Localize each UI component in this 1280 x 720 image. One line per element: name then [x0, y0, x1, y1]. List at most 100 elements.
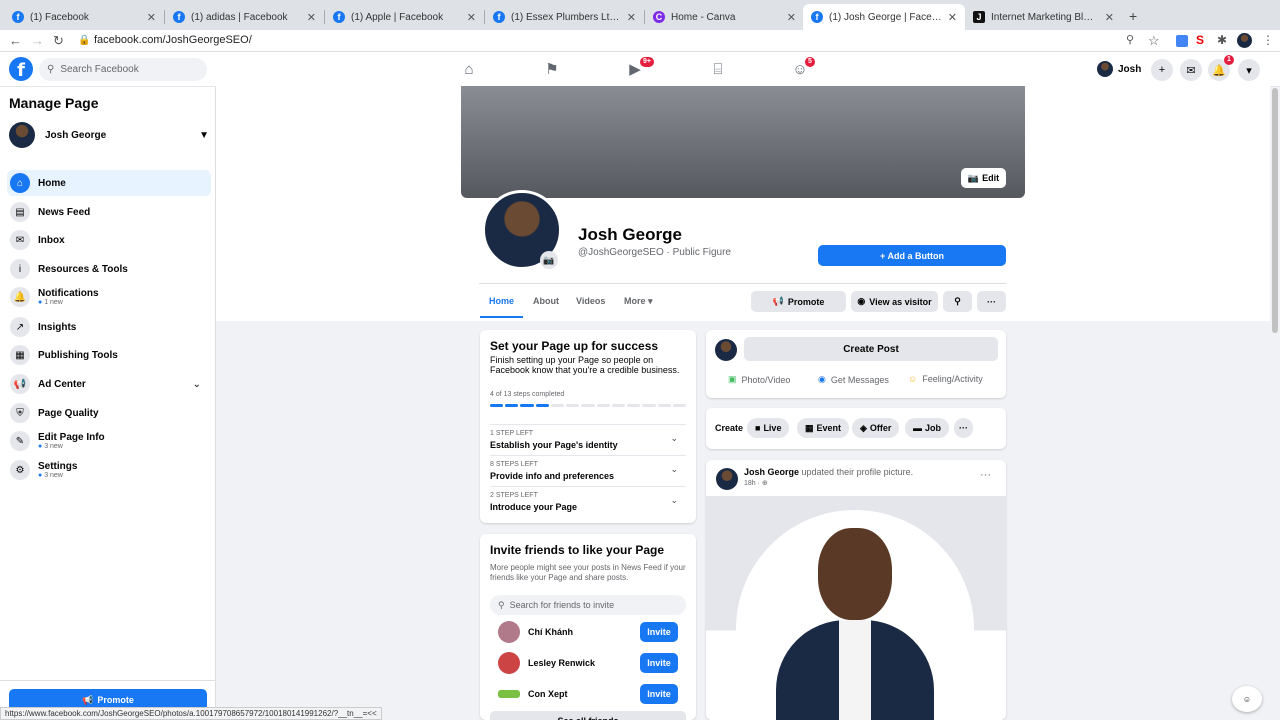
setup-step[interactable]: 1 STEP LEFT Establish your Page's identit…	[490, 424, 686, 454]
bell-icon: 🔔	[10, 287, 30, 307]
post-timestamp: 18h · ⊕	[744, 480, 768, 487]
create-live-button[interactable]: ■ Live	[747, 418, 790, 438]
browser-menu-icon[interactable]: ⋮	[1262, 33, 1274, 47]
home-nav-icon[interactable]: ⌂	[457, 59, 481, 79]
sidebar-item-ad-center[interactable]: 📢 Ad Center ⌄	[7, 371, 211, 397]
post-image[interactable]	[706, 496, 1006, 720]
tab-more[interactable]: More ▾	[624, 296, 653, 307]
create-offer-button[interactable]: ◈ Offer	[852, 418, 900, 438]
browser-tab-active[interactable]: f (1) Josh George | Facebook ✕	[803, 4, 965, 30]
search-page-button[interactable]: ⚲	[943, 291, 972, 312]
page-title: Manage Page	[9, 95, 99, 111]
feeling-activity-button[interactable]: ☺ Feeling/Activity	[908, 374, 983, 384]
new-tab-icon[interactable]: +	[1129, 8, 1137, 24]
close-tab-icon[interactable]: ✕	[467, 11, 476, 24]
close-tab-icon[interactable]: ✕	[147, 11, 156, 24]
view-as-visitor-button[interactable]: ◉ View as visitor	[851, 291, 938, 312]
sidebar-item-resources[interactable]: i Resources & Tools	[7, 256, 211, 282]
eye-icon: ◉	[857, 296, 866, 306]
sidebar-item-home[interactable]: ⌂ Home	[7, 170, 211, 196]
avatar	[715, 339, 737, 361]
reload-icon[interactable]: ↻	[53, 33, 64, 49]
invite-button[interactable]: Invite	[640, 653, 678, 673]
progress-segment	[657, 404, 671, 407]
pages-flag-icon[interactable]: ⚑	[540, 59, 564, 79]
extension-s-icon[interactable]: S	[1196, 33, 1204, 47]
invite-description: More people might see your posts in News…	[490, 563, 686, 582]
sidebar-item-page-quality[interactable]: ⛨ Page Quality	[7, 400, 211, 426]
add-a-button[interactable]: + Add a Button	[818, 245, 1006, 266]
create-post-button[interactable]: Create Post	[744, 337, 998, 361]
sidebar-item-news-feed[interactable]: ▤ News Feed	[7, 199, 211, 225]
browser-tab[interactable]: f(1) Essex Plumbers Ltd | Faceb✕	[485, 4, 644, 30]
create-job-button[interactable]: ▬ Job	[905, 418, 950, 438]
browser-tab[interactable]: f (1) Facebook ✕	[4, 4, 164, 30]
messenger-icon[interactable]: ✉	[1180, 59, 1202, 81]
zoom-icon[interactable]: ⚲	[1126, 33, 1134, 46]
browser-profile-avatar[interactable]	[1237, 33, 1252, 48]
browser-tab[interactable]: f (1) adidas | Facebook ✕	[165, 4, 324, 30]
watch-badge: 9+	[640, 57, 654, 67]
post-composer: Create Post ▣ Photo/Video ◉ Get Messages ☺…	[706, 330, 1006, 398]
shirt-shape	[839, 620, 871, 720]
tab-videos[interactable]: Videos	[576, 296, 605, 306]
post-options-icon[interactable]: ···	[980, 469, 991, 481]
create-event-button[interactable]: ▦ Event	[797, 418, 850, 438]
scrollbar[interactable]	[1272, 88, 1278, 333]
marketplace-icon[interactable]: ⌸	[706, 59, 730, 79]
forward-icon[interactable]: →	[31, 33, 44, 48]
url-field[interactable]: facebook.com/JoshGeorgeSEO/	[94, 34, 252, 46]
back-icon[interactable]: ←	[9, 33, 22, 48]
edit-cover-button[interactable]: 📷 Edit	[961, 168, 1006, 188]
calendar-icon: ▦	[805, 422, 814, 433]
cover-photo[interactable]: 📷 Edit	[461, 86, 1025, 198]
setup-step[interactable]: 8 STEPS LEFT Provide info and preferences…	[490, 455, 686, 485]
more-options-button[interactable]: ···	[977, 291, 1006, 312]
account-menu-icon[interactable]: ▾	[1238, 59, 1260, 81]
invite-button[interactable]: Invite	[640, 622, 678, 642]
close-tab-icon[interactable]: ✕	[787, 11, 796, 24]
extensions-puzzle-icon[interactable]: ✱	[1217, 33, 1227, 47]
see-all-friends-button[interactable]: See all friends	[490, 711, 686, 720]
browser-tab[interactable]: C Home - Canva ✕	[645, 4, 804, 30]
more-create-button[interactable]: ···	[954, 418, 973, 438]
active-tab-indicator	[480, 316, 523, 318]
chat-contacts-icon[interactable]: ☺	[1232, 686, 1262, 712]
sidebar-item-edit-page-info[interactable]: ✎ Edit Page Info ● 3 new	[7, 428, 211, 454]
sidebar-item-inbox[interactable]: ✉ Inbox	[7, 227, 211, 253]
camera-icon[interactable]: 📷	[540, 251, 558, 269]
setup-step[interactable]: 2 STEPS LEFT Introduce your Page ⌄	[490, 486, 686, 516]
facebook-logo-icon[interactable]: f	[9, 57, 33, 81]
photo-video-button[interactable]: ▣ Photo/Video	[728, 374, 790, 385]
inbox-icon: ✉	[10, 230, 30, 250]
sidebar-item-settings[interactable]: ⚙ Settings ● 3 new	[7, 457, 211, 483]
browser-tab[interactable]: JInternet Marketing Blogger | Jo✕	[965, 4, 1122, 30]
profile-handle: @JoshGeorgeSEO · Public Figure	[578, 247, 731, 258]
close-tab-icon[interactable]: ✕	[1105, 11, 1114, 24]
bookmark-star-icon[interactable]: ☆	[1148, 33, 1160, 49]
invite-button[interactable]: Invite	[640, 684, 678, 704]
tab-home[interactable]: Home	[489, 296, 514, 306]
get-messages-button[interactable]: ◉ Get Messages	[818, 374, 889, 385]
sidebar-item-notifications[interactable]: 🔔 Notifications ● 1 new	[7, 284, 211, 310]
promote-page-button[interactable]: 📢 Promote	[751, 291, 846, 312]
close-tab-icon[interactable]: ✕	[627, 11, 636, 24]
sidebar-item-publishing-tools[interactable]: ▦ Publishing Tools	[7, 342, 211, 368]
profile-shortcut[interactable]: Josh	[1097, 61, 1141, 77]
close-tab-icon[interactable]: ✕	[307, 11, 316, 24]
create-plus-icon[interactable]: +	[1151, 59, 1173, 81]
browser-tab[interactable]: f (1) Apple | Facebook ✕	[325, 4, 484, 30]
sidebar-item-insights[interactable]: ↗ Insights	[7, 314, 211, 340]
more-dots-icon: ···	[959, 423, 968, 433]
search-input[interactable]: ⚲ Search Facebook	[39, 58, 207, 81]
tab-about[interactable]: About	[533, 296, 559, 306]
profile-name: Josh George	[578, 225, 682, 244]
close-tab-icon[interactable]: ✕	[948, 11, 957, 24]
extension-icon[interactable]	[1176, 35, 1188, 47]
avatar[interactable]	[716, 468, 738, 490]
progress-segment	[520, 404, 534, 407]
page-switcher[interactable]: Josh George ▼	[9, 122, 209, 148]
progress-bar	[490, 404, 687, 407]
friend-search-input[interactable]: ⚲ Search for friends to invite	[490, 595, 686, 615]
search-icon: ⚲	[954, 296, 961, 306]
